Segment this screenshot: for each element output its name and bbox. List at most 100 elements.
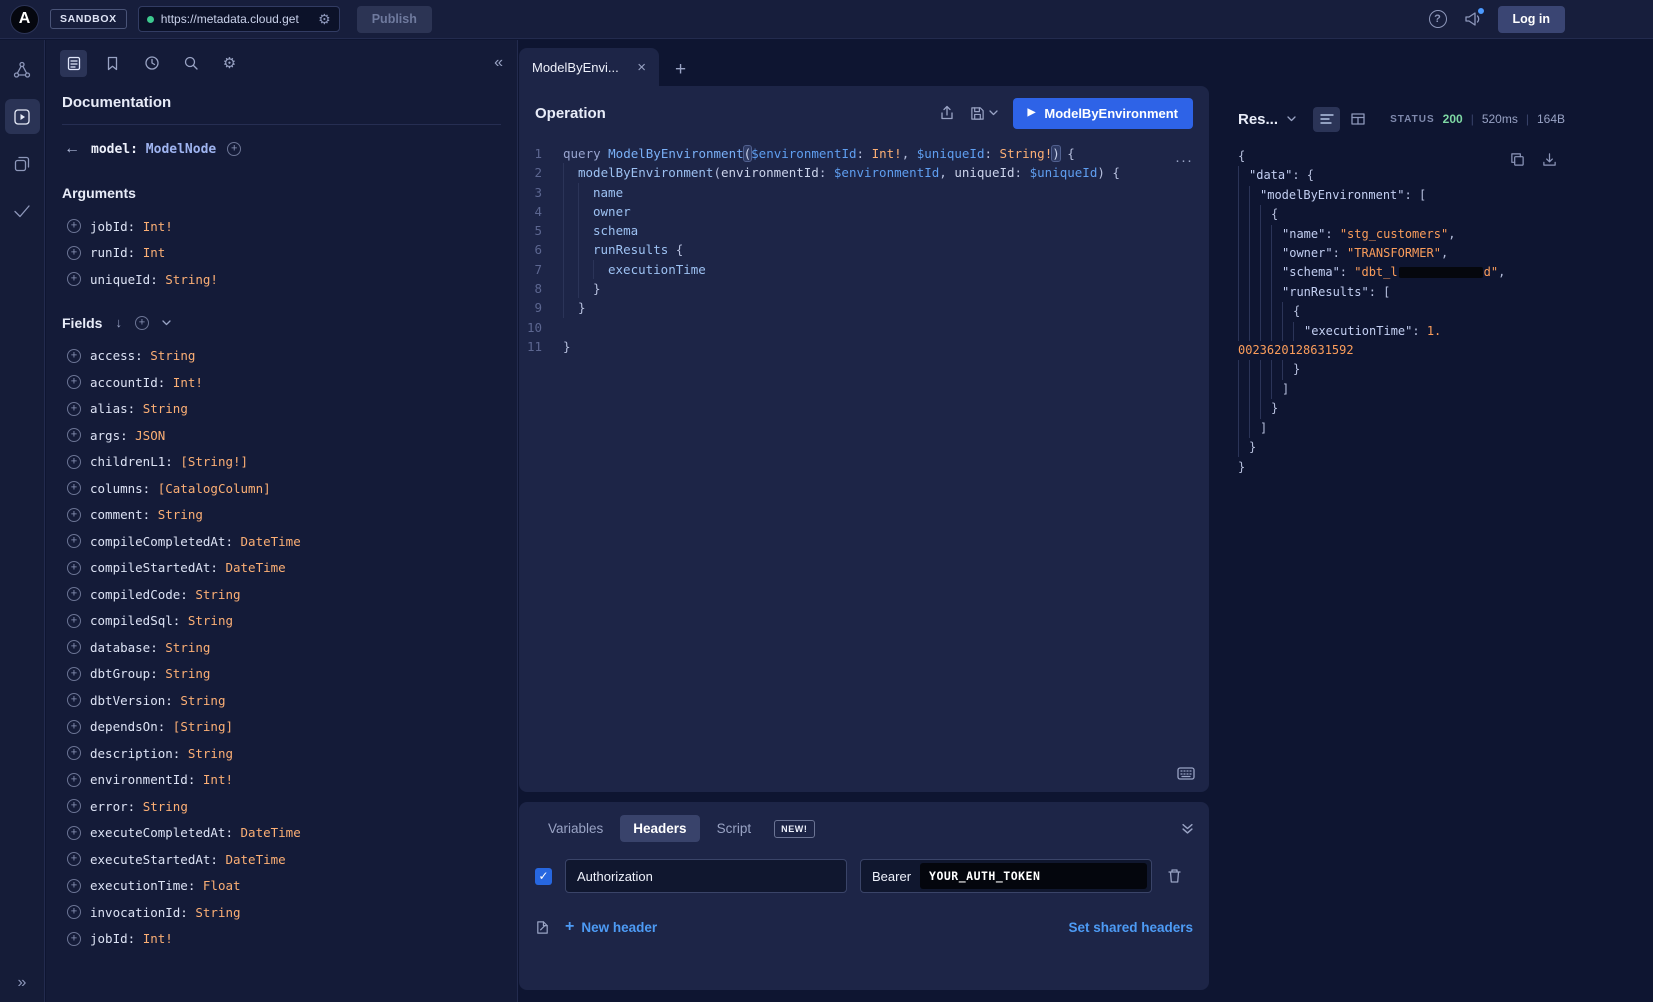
add-field-to-query-icon[interactable]	[67, 852, 81, 866]
field-row[interactable]: dbtGroup: String	[62, 661, 501, 688]
field-row[interactable]: compileCompletedAt: DateTime	[62, 528, 501, 555]
field-row[interactable]: columns: [CatalogColumn]	[62, 475, 501, 502]
add-field-to-query-icon[interactable]	[67, 455, 81, 469]
new-header-button[interactable]: + New header	[565, 919, 657, 935]
add-field-to-query-icon[interactable]	[67, 481, 81, 495]
field-row[interactable]: jobId: Int!	[62, 926, 501, 953]
bookmarks-tab-icon[interactable]	[99, 50, 126, 77]
field-name[interactable]: comment:	[90, 507, 158, 522]
operations-nav-icon[interactable]	[5, 146, 40, 181]
add-field-to-query-icon[interactable]	[67, 905, 81, 919]
table-view-icon[interactable]	[1344, 107, 1371, 132]
checks-nav-icon[interactable]	[5, 193, 40, 228]
field-name[interactable]: compiledSql:	[90, 613, 188, 628]
add-all-fields-icon[interactable]	[135, 316, 149, 330]
announcements-icon[interactable]	[1464, 11, 1481, 27]
field-row[interactable]: compileStartedAt: DateTime	[62, 555, 501, 582]
connection-settings-gear-icon[interactable]: ⚙	[318, 12, 331, 26]
add-field-to-query-icon[interactable]	[67, 746, 81, 760]
add-field-to-query-icon[interactable]	[67, 720, 81, 734]
add-field-to-query-icon[interactable]	[67, 246, 81, 260]
field-name[interactable]: access:	[90, 348, 150, 363]
copy-response-icon[interactable]	[1510, 152, 1525, 167]
header-value-field[interactable]: Bearer YOUR_AUTH_TOKEN	[860, 859, 1152, 893]
field-row[interactable]: uniqueId: String!	[62, 266, 501, 293]
publish-button[interactable]: Publish	[357, 6, 432, 33]
collapse-doc-panel-icon[interactable]: «	[494, 54, 503, 72]
field-row[interactable]: alias: String	[62, 396, 501, 423]
field-name[interactable]: uniqueId:	[90, 272, 165, 287]
field-row[interactable]: environmentId: Int!	[62, 767, 501, 794]
back-arrow-icon[interactable]: ←	[64, 141, 80, 157]
add-field-to-query-icon[interactable]	[67, 640, 81, 654]
documentation-tab-icon[interactable]	[60, 50, 87, 77]
field-name[interactable]: executeCompletedAt:	[90, 825, 241, 840]
tab-variables[interactable]: Variables	[535, 815, 616, 842]
field-name[interactable]: dependsOn:	[90, 719, 173, 734]
field-name[interactable]: jobId:	[90, 931, 143, 946]
share-operation-icon[interactable]	[939, 105, 955, 121]
delete-header-icon[interactable]	[1167, 868, 1182, 884]
field-type[interactable]: JSON	[135, 428, 165, 443]
field-name[interactable]: childrenL1:	[90, 454, 180, 469]
field-name[interactable]: compileStartedAt:	[90, 560, 225, 575]
field-type[interactable]: DateTime	[241, 825, 301, 840]
add-field-to-query-icon[interactable]	[67, 508, 81, 522]
explorer-nav-icon[interactable]	[5, 99, 40, 134]
header-key-input[interactable]	[565, 859, 847, 893]
field-name[interactable]: environmentId:	[90, 772, 203, 787]
add-field-to-query-icon[interactable]	[67, 561, 81, 575]
field-name[interactable]: error:	[90, 799, 143, 814]
field-row[interactable]: comment: String	[62, 502, 501, 529]
field-row[interactable]: error: String	[62, 793, 501, 820]
set-shared-headers-link[interactable]: Set shared headers	[1068, 920, 1193, 935]
field-type[interactable]: String	[165, 666, 210, 681]
field-type[interactable]: [CatalogColumn]	[158, 481, 271, 496]
auth-token-value[interactable]: YOUR_AUTH_TOKEN	[920, 863, 1147, 889]
field-type[interactable]: DateTime	[225, 560, 285, 575]
operation-tab-label[interactable]: ModelByEnvi...	[532, 60, 619, 75]
add-field-to-query-icon[interactable]	[67, 773, 81, 787]
field-name[interactable]: executeStartedAt:	[90, 852, 225, 867]
endpoint-url-input[interactable]: https://metadata.cloud.get ⚙	[138, 6, 340, 32]
expand-rail-icon[interactable]: »	[18, 974, 27, 992]
field-row[interactable]: childrenL1: [String!]	[62, 449, 501, 476]
raw-view-icon[interactable]	[1313, 107, 1340, 132]
field-type[interactable]: String	[188, 746, 233, 761]
fields-options-chevron-icon[interactable]	[162, 320, 171, 326]
add-field-to-query-icon[interactable]	[67, 879, 81, 893]
field-name[interactable]: runId:	[90, 245, 143, 260]
add-field-to-query-icon[interactable]	[67, 693, 81, 707]
add-type-to-query-icon[interactable]	[227, 142, 241, 156]
add-field-to-query-icon[interactable]	[67, 534, 81, 548]
field-type[interactable]: DateTime	[225, 852, 285, 867]
add-field-to-query-icon[interactable]	[67, 272, 81, 286]
add-field-to-query-icon[interactable]	[67, 826, 81, 840]
search-tab-icon[interactable]	[177, 50, 204, 77]
field-type[interactable]: String	[165, 640, 210, 655]
field-name[interactable]: invocationId:	[90, 905, 195, 920]
environment-variables-icon[interactable]	[535, 920, 550, 935]
apollo-logo[interactable]: A	[10, 5, 39, 34]
new-tab-icon[interactable]: +	[675, 60, 686, 79]
field-row[interactable]: compiledCode: String	[62, 581, 501, 608]
field-row[interactable]: executionTime: Float	[62, 873, 501, 900]
field-name[interactable]: database:	[90, 640, 165, 655]
field-type[interactable]: String	[188, 613, 233, 628]
save-operation-group[interactable]	[970, 106, 998, 121]
field-name[interactable]: dbtVersion:	[90, 693, 180, 708]
add-field-to-query-icon[interactable]	[67, 219, 81, 233]
field-name[interactable]: args:	[90, 428, 135, 443]
add-field-to-query-icon[interactable]	[67, 587, 81, 601]
field-name[interactable]: columns:	[90, 481, 158, 496]
field-type[interactable]: String	[143, 401, 188, 416]
field-type[interactable]: DateTime	[241, 534, 301, 549]
field-row[interactable]: executeCompletedAt: DateTime	[62, 820, 501, 847]
endpoint-url[interactable]: https://metadata.cloud.get	[161, 12, 311, 26]
field-name[interactable]: compileCompletedAt:	[90, 534, 241, 549]
field-row[interactable]: compiledSql: String	[62, 608, 501, 635]
field-name[interactable]: dbtGroup:	[90, 666, 165, 681]
add-field-to-query-icon[interactable]	[67, 667, 81, 681]
field-type[interactable]: Int	[143, 245, 166, 260]
download-response-icon[interactable]	[1542, 152, 1557, 167]
